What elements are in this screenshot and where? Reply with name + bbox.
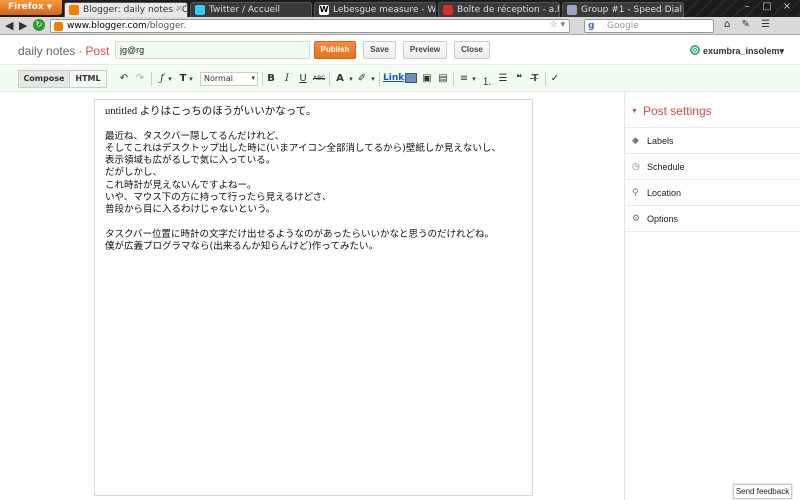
navigation-bar: ◀ ▶ ↻ www.blogger.com/blogger. ☆ ▾ g Goo… — [0, 17, 800, 35]
underline-button[interactable]: U — [297, 73, 309, 84]
editor-line: 表示領域も広がるしで気に入っている。 — [105, 155, 276, 167]
post-settings-schedule[interactable]: ◷ Schedule — [625, 153, 800, 179]
collapse-triangle-icon: ▼ — [631, 108, 638, 115]
editor-line: 普段から目に入るわけじゃないという。 — [105, 204, 276, 216]
close-window-icon[interactable]: × — [780, 1, 794, 14]
back-icon[interactable]: ◀ — [5, 19, 13, 32]
align-dropdown-icon[interactable]: ▾ — [468, 75, 480, 83]
pin-icon: ⚲ — [632, 187, 639, 197]
close-tab-icon[interactable]: × — [175, 4, 183, 14]
tab-gmail[interactable]: Boîte de réception - a.h... — [438, 2, 560, 17]
separator — [453, 72, 454, 86]
post-settings-location[interactable]: ⚲ Location — [625, 179, 800, 205]
user-menu[interactable]: exumbra_insolem▾ — [690, 45, 784, 57]
tab-blogger[interactable]: Blogger: daily notes - Cr... × — [64, 2, 188, 17]
editor-line: だがしかし、 — [105, 167, 163, 179]
blogger-icon — [69, 5, 79, 15]
size-dropdown-icon[interactable]: ▾ — [185, 75, 197, 83]
post-settings-labels[interactable]: ◆ Labels — [625, 127, 800, 153]
section-label: Post — [85, 44, 110, 58]
minimize-icon[interactable]: – — [740, 1, 754, 14]
editor-line: 僕が広義プログラマなら(出来るんか知らんけど)作ってみたい。 — [105, 241, 378, 253]
save-button[interactable]: Save — [363, 41, 396, 59]
browser-tab-bar: Firefox▼ Blogger: daily notes - Cr... × … — [0, 0, 800, 17]
quote-icon[interactable]: ❝ — [513, 73, 525, 84]
post-editor[interactable]: untitled よりはこっちのほうがいいかなって。 最近ね、タスクバー隠してるん… — [94, 99, 533, 496]
format-select[interactable]: Normal ▾ — [200, 72, 258, 86]
editor-line: untitled よりはこっちのほうがいいかなって。 — [105, 106, 317, 117]
blogger-header: daily notes · Post jg@rg Publish Save Prev… — [0, 35, 800, 65]
forward-icon[interactable]: ▶ — [19, 19, 27, 32]
separator — [545, 72, 546, 86]
separator — [379, 72, 380, 86]
reload-icon[interactable]: ↻ — [33, 19, 45, 31]
compose-tab[interactable]: Compose — [18, 70, 70, 88]
divider — [625, 231, 800, 232]
bullet-list-icon[interactable]: ☰ — [497, 73, 509, 84]
editor-line: いや、マウス下の方に持って行ったら見えるけどさ、 — [105, 192, 332, 204]
html-tab[interactable]: HTML — [69, 70, 107, 88]
editor-line: タスクバー位置に時計の文字だけ出せるようなのがあったらいいかなと思うのだけれどね… — [105, 228, 495, 240]
separator — [151, 72, 152, 86]
remove-formatting-icon[interactable]: T̶ — [529, 73, 541, 84]
separator — [329, 72, 330, 86]
tab-wikipedia[interactable]: W Lebesgue measure - Wi... — [314, 2, 436, 17]
blog-name[interactable]: daily notes — [18, 44, 75, 58]
search-bar[interactable]: g Google — [584, 19, 714, 33]
numbered-list-icon[interactable]: ⒈ — [481, 73, 493, 88]
insert-jump-break-icon[interactable]: ▤ — [437, 73, 449, 84]
close-button[interactable]: Close — [454, 41, 490, 59]
gear-icon: ⚙ — [632, 213, 641, 223]
separator — [262, 72, 263, 86]
tag-icon: ◆ — [632, 135, 639, 145]
font-dropdown-icon[interactable]: ▾ — [164, 75, 176, 83]
post-title-input[interactable]: jg@rg — [115, 41, 310, 59]
twitter-icon — [195, 5, 205, 15]
avatar — [690, 45, 700, 55]
url-text: www.blogger.com/blogger. — [67, 21, 187, 31]
wikipedia-icon: W — [319, 5, 329, 15]
spellcheck-icon[interactable]: ✓ — [549, 73, 561, 84]
search-placeholder: Google — [607, 21, 639, 31]
browser-tools-icon[interactable]: ⌂ ✎ ☰ — [724, 19, 774, 30]
insert-video-icon[interactable]: ▣ — [421, 73, 433, 84]
strikethrough-button[interactable]: ABC — [313, 75, 325, 82]
link-button[interactable]: Link — [383, 73, 404, 83]
bookmark-star-icon[interactable]: ☆ ▾ — [550, 20, 565, 30]
gmail-icon — [443, 5, 453, 15]
post-settings-header[interactable]: ▼ Post settings — [631, 104, 712, 118]
clock-icon: ◷ — [632, 161, 640, 171]
insert-image-icon[interactable] — [405, 73, 417, 83]
tab-twitter[interactable]: Twitter / Accueil — [190, 2, 312, 17]
url-bar[interactable]: www.blogger.com/blogger. ☆ ▾ — [50, 19, 570, 33]
google-icon: g — [588, 21, 595, 31]
site-favicon-icon — [54, 22, 63, 31]
post-settings-panel: ▼ Post settings ◆ Labels ◷ Schedule ⚲ Locati… — [624, 92, 800, 500]
editor-toolbar: Compose HTML ↶ ↷ ƒ ▾ T ▾ Normal ▾ B I U A… — [0, 66, 800, 92]
speed-dial-icon — [567, 5, 577, 15]
post-settings-options[interactable]: ⚙ Options — [625, 205, 800, 231]
editor-line: 最近ね、タスクバー隠してるんだけれど、 — [105, 130, 285, 142]
blog-title: daily notes · Post — [18, 44, 109, 58]
undo-icon[interactable]: ↶ — [118, 73, 130, 84]
highlight-dropdown-icon[interactable]: ▾ — [367, 75, 379, 83]
firefox-menu-button[interactable]: Firefox ▼ — [0, 0, 62, 15]
bold-button[interactable]: B — [265, 73, 277, 84]
tab-speed-dial[interactable]: Group #1 - Speed Dial — [562, 2, 684, 17]
italic-button[interactable]: I — [281, 73, 293, 84]
editor-line: そしてこれはデスクトップ出した時に(いまアイコン全部消してるから)壁紙しか見えな… — [105, 142, 501, 154]
maximize-icon[interactable]: □ — [760, 1, 774, 14]
redo-icon[interactable]: ↷ — [134, 73, 146, 84]
preview-button[interactable]: Preview — [403, 41, 447, 59]
publish-button[interactable]: Publish — [314, 41, 356, 59]
title-separator: · — [78, 44, 83, 58]
send-feedback-button[interactable]: Send feedback — [733, 484, 792, 499]
editor-line: これ時計が見えないんですよねー。 — [105, 179, 257, 191]
